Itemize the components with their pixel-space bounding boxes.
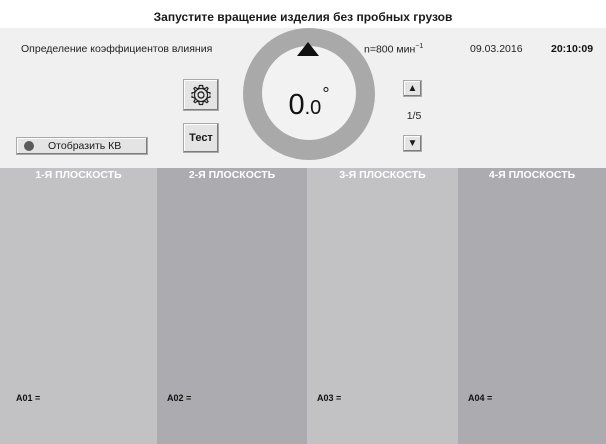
mode-label: Определение коэффициентов влияния	[21, 43, 213, 55]
show-kv-button[interactable]: Отобразить КВ	[16, 137, 148, 155]
angle-integer: 0	[288, 89, 305, 121]
plane-title: 3-Я ПЛОСКОСТЬ	[339, 169, 426, 181]
page-indicator: 1/5	[406, 110, 422, 122]
plane-column-3: 3-Я ПЛОСКОСТЬ A03 =	[307, 168, 458, 444]
arrow-up-icon: ▲	[407, 82, 418, 94]
page-up-button[interactable]: ▲	[403, 80, 422, 97]
settings-button[interactable]	[183, 79, 219, 111]
angle-fraction: .0	[304, 97, 322, 119]
rpm-unit-exponent: −1	[415, 43, 424, 50]
test-button[interactable]: Тест	[183, 123, 219, 153]
plane-title: 2-Я ПЛОСКОСТЬ	[188, 169, 276, 181]
screen-title: Запустите вращение изделия без пробных г…	[0, 0, 606, 28]
angle-unit: °	[322, 84, 330, 104]
pointer-triangle-icon	[297, 42, 319, 56]
rpm-value: n=800 мин	[364, 43, 416, 56]
gear-icon	[191, 84, 211, 106]
plane-value: A02 =	[167, 393, 192, 403]
angle-readout: 0.0°	[262, 78, 356, 124]
plane-title: 4-Я ПЛОСКОСТЬ	[488, 169, 576, 181]
arrow-down-icon: ▼	[407, 137, 418, 149]
plane-title: 1-Я ПЛОСКОСТЬ	[35, 169, 122, 181]
rpm-label: n=800 мин−1	[364, 43, 423, 56]
time-label: 20:10:09	[551, 43, 594, 55]
status-dot-icon	[24, 141, 34, 151]
plane-value: A03 =	[317, 393, 342, 403]
plane-value: A04 =	[468, 393, 493, 403]
show-kv-label: Отобразить КВ	[48, 140, 122, 152]
plane-column-4: 4-Я ПЛОСКОСТЬ A04 =	[458, 168, 606, 444]
date-label: 09.03.2016	[470, 43, 523, 55]
plane-value: A01 =	[16, 393, 41, 403]
plane-column-1: 1-Я ПЛОСКОСТЬ A01 =	[0, 168, 157, 444]
plane-column-2: 2-Я ПЛОСКОСТЬ A02 =	[157, 168, 307, 444]
page-down-button[interactable]: ▼	[403, 135, 422, 152]
